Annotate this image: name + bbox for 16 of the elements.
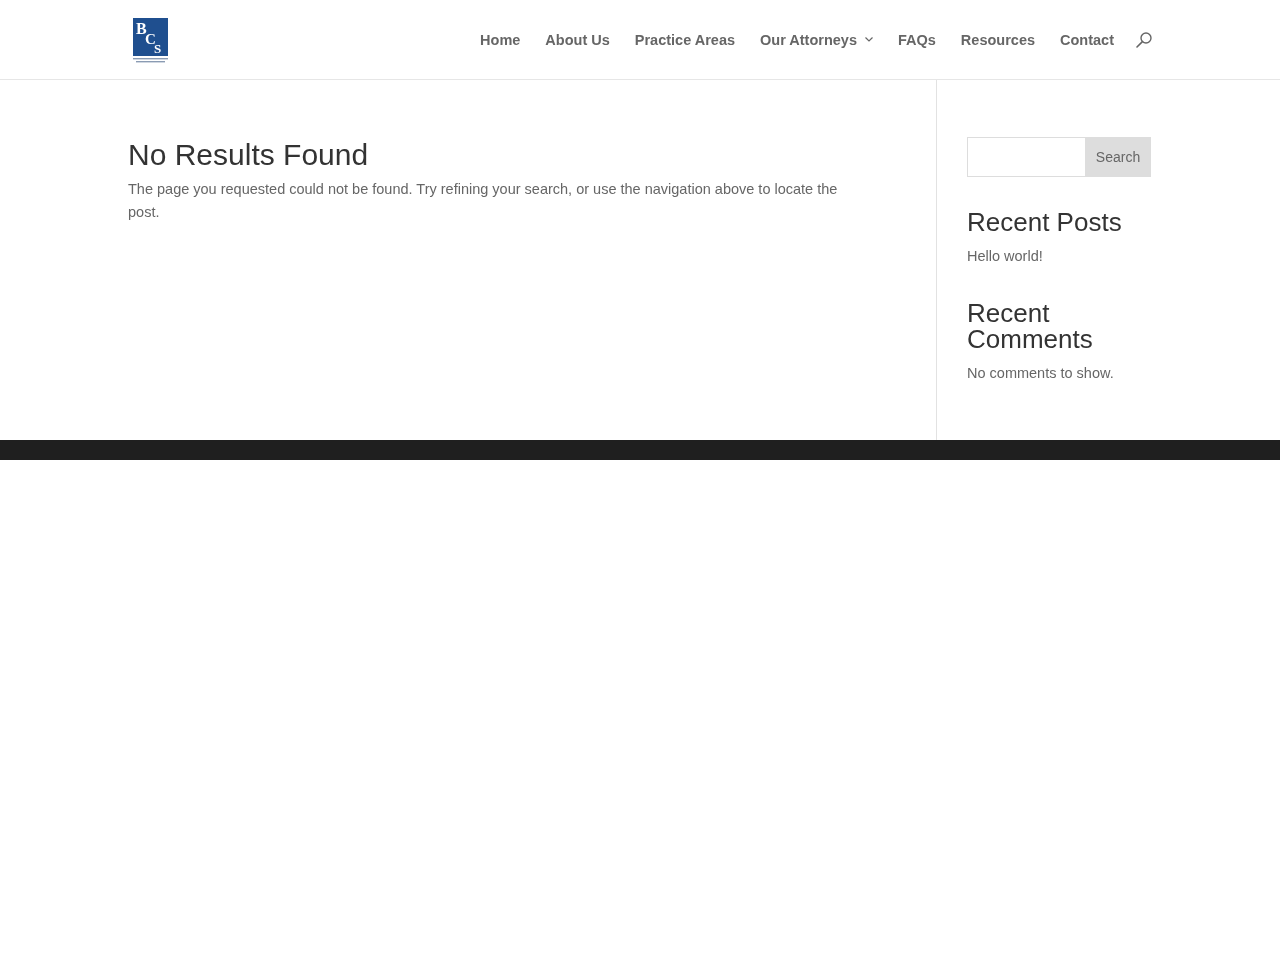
nav-link[interactable]: Contact bbox=[1060, 31, 1114, 48]
search-button[interactable]: Search bbox=[1085, 137, 1151, 177]
nav-link[interactable]: Home bbox=[480, 31, 521, 48]
empty-note: No comments to show. bbox=[967, 364, 1115, 383]
search-field[interactable] bbox=[967, 137, 1085, 177]
nav-link[interactable]: Practice Areas bbox=[634, 31, 736, 48]
nav-link[interactable]: Our Attorneys bbox=[760, 31, 873, 48]
nav-link[interactable]: FAQs bbox=[898, 31, 936, 48]
widget-title: Recent Posts bbox=[967, 209, 1123, 235]
search-icon[interactable] bbox=[1136, 31, 1152, 48]
nav-link[interactable]: About Us bbox=[545, 31, 610, 48]
nav-link[interactable]: Resources bbox=[960, 31, 1035, 48]
not-found-message: The page you requested could not be found. Try refining your search, or use the navigation above to locate the post. bbox=[128, 180, 839, 222]
widget-title: Recent Comments bbox=[967, 300, 1094, 352]
page-title: No Results Found bbox=[128, 137, 370, 173]
post-link[interactable]: Hello world! bbox=[967, 248, 1043, 264]
